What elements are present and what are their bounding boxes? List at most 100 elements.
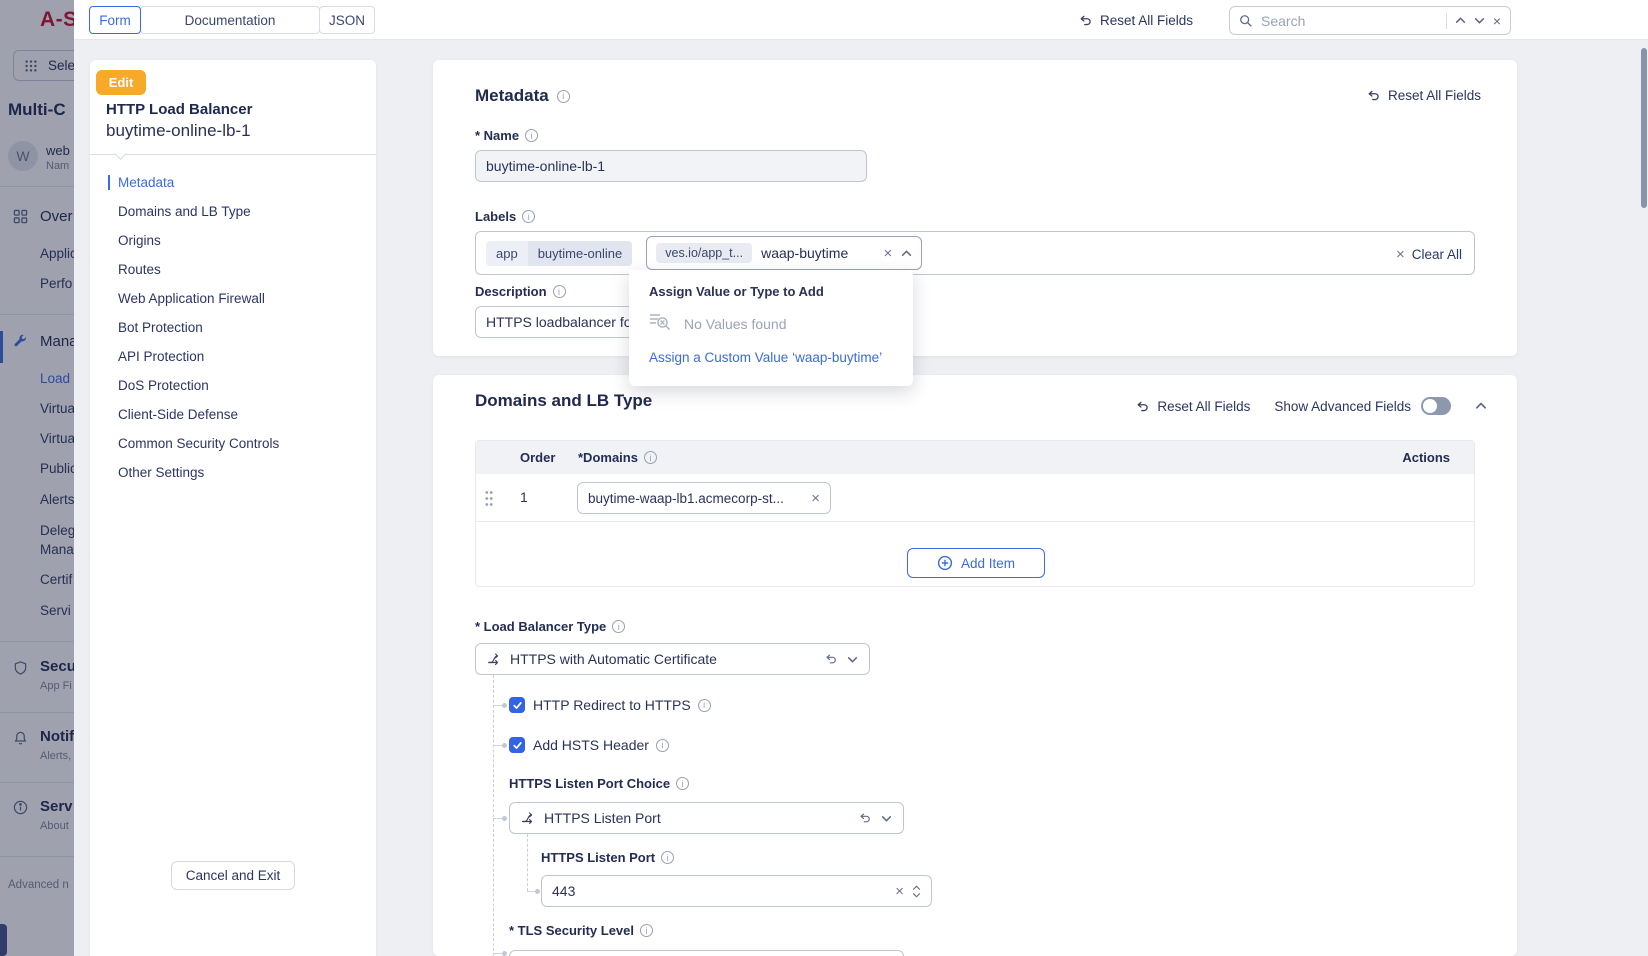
lb-type-select[interactable]: HTTPS with Automatic Certificate [475,643,870,675]
search-prev-icon[interactable] [1455,15,1466,26]
info-icon[interactable] [525,129,538,142]
info-icon[interactable] [522,210,535,223]
tls-level-select[interactable] [509,950,904,956]
nav-other-settings[interactable]: Other Settings [118,458,366,487]
nav-waf[interactable]: Web Application Firewall [118,284,366,313]
info-icon[interactable] [557,90,570,103]
nav-domains-lb-type[interactable]: Domains and LB Type [118,197,366,226]
info-icon[interactable] [661,851,674,864]
listen-port-field-wrap: × [541,875,932,907]
http-redirect-checkbox[interactable] [509,697,525,713]
description-label: Description [475,284,566,299]
modal-scrim [0,0,74,956]
add-item-button[interactable]: Add Item [907,548,1045,578]
name-field-wrap [475,150,867,182]
plus-circle-icon [937,555,953,571]
view-tabs: Form Documentation JSON [90,6,375,34]
info-icon[interactable] [698,699,711,712]
editing-tag-value[interactable]: waap-buytime [761,245,874,261]
undo-icon [1366,88,1381,103]
nav-metadata[interactable]: Metadata [118,168,366,197]
clear-all-labels-button[interactable]: × Clear All [1396,232,1462,276]
object-name: buytime-online-lb-1 [106,121,251,141]
label-value-dropdown: Assign Value or Type to Add No Values fo… [629,270,913,386]
chevron-down-icon[interactable] [847,654,858,665]
info-icon[interactable] [612,620,625,633]
drag-handle-icon[interactable] [484,490,494,512]
row-order-number: 1 [520,489,528,505]
metadata-reset-all-button[interactable]: Reset All Fields [1366,88,1481,103]
domain-field-wrap: × [577,482,831,514]
http-redirect-label: HTTP Redirect to HTTPS [533,697,711,713]
nav-common-security-controls[interactable]: Common Security Controls [118,429,366,458]
nav-bot-protection[interactable]: Bot Protection [118,313,366,342]
order-column-header: Order [520,450,555,465]
search-close-icon[interactable]: × [1493,13,1501,29]
advanced-fields-toggle[interactable] [1421,397,1451,415]
dropdown-header: Assign Value or Type to Add [649,284,824,299]
info-icon[interactable] [656,739,669,752]
domain-input[interactable] [588,491,811,506]
info-icon[interactable] [640,924,653,937]
assign-custom-value-link[interactable]: Assign a Custom Value ‘waap-buytime’ [649,350,882,365]
chevron-up-icon[interactable] [901,248,912,259]
domains-reset-all-button[interactable]: Reset All Fields [1135,399,1250,414]
label-tag[interactable]: app buytime-online [486,241,632,266]
actions-column-header: Actions [1402,450,1450,465]
info-icon[interactable] [676,777,689,790]
nav-dos-protection[interactable]: DoS Protection [118,371,366,400]
port-choice-select[interactable]: HTTPS Listen Port [509,802,904,834]
info-icon[interactable] [644,451,657,464]
domains-table: Order *Domains Actions 1 × Add Item [475,440,1475,587]
remove-tag-icon[interactable]: × [883,246,892,261]
cancel-and-exit-button[interactable]: Cancel and Exit [171,861,295,890]
page-scrollbar[interactable] [1641,48,1647,208]
name-input[interactable] [486,158,856,174]
edit-mode-badge: Edit [96,70,146,95]
panel-divider [90,154,376,155]
label-tag-value: buytime-online [528,241,633,266]
domains-title: Domains and LB Type [475,391,652,411]
tab-documentation[interactable]: Documentation [140,6,320,34]
clear-port-icon[interactable]: × [895,884,904,899]
form-nav-panel: Edit HTTP Load Balancer buytime-online-l… [90,60,376,956]
tab-json[interactable]: JSON [319,6,375,34]
reset-all-fields-button[interactable]: Reset All Fields [1078,0,1193,40]
tls-level-label: * TLS Security Level [509,923,653,938]
labels-input-area[interactable]: app buytime-online ves.io/app_t... waap-… [475,231,1475,275]
hsts-label: Add HSTS Header [533,737,669,753]
info-icon[interactable] [553,285,566,298]
form-section-nav: Metadata Domains and LB Type Origins Rou… [118,168,366,487]
form-workspace: Form Documentation JSON Reset All Fields… [74,0,1648,956]
listen-port-input[interactable] [552,883,895,899]
search-input[interactable] [1261,13,1438,29]
metadata-title: Metadata [475,86,570,106]
nav-client-side-defense[interactable]: Client-Side Defense [118,400,366,429]
number-stepper[interactable] [912,885,921,898]
nav-origins[interactable]: Origins [118,226,366,255]
port-choice-value: HTTPS Listen Port [544,810,849,826]
clear-domain-icon[interactable]: × [811,491,820,506]
nav-routes[interactable]: Routes [118,255,366,284]
domains-table-header: Order *Domains Actions [476,441,1474,474]
hsts-checkbox[interactable] [509,737,525,753]
chevron-down-icon[interactable] [881,813,892,824]
nav-api-protection[interactable]: API Protection [118,342,366,371]
editing-tag-key: ves.io/app_t... [656,243,752,263]
tab-form[interactable]: Form [89,6,141,34]
collapse-section-icon[interactable] [1475,400,1487,412]
search-box[interactable]: × [1229,6,1511,35]
search-next-icon[interactable] [1474,15,1485,26]
one-of-branch-icon [521,811,535,825]
divider [1446,13,1447,29]
reset-field-icon[interactable] [824,652,838,666]
listen-port-label: HTTPS Listen Port [541,850,674,865]
label-tag-key: app [486,241,528,266]
form-topbar: Form Documentation JSON Reset All Fields… [74,0,1648,40]
domains-header-actions: Reset All Fields Show Advanced Fields [1135,397,1487,415]
advanced-fields-label: Show Advanced Fields [1274,399,1411,414]
reset-field-icon[interactable] [858,811,872,825]
name-label: * Name [475,128,538,143]
object-type-label: HTTP Load Balancer [106,101,252,118]
label-tag-editing[interactable]: ves.io/app_t... waap-buytime × [646,236,922,270]
